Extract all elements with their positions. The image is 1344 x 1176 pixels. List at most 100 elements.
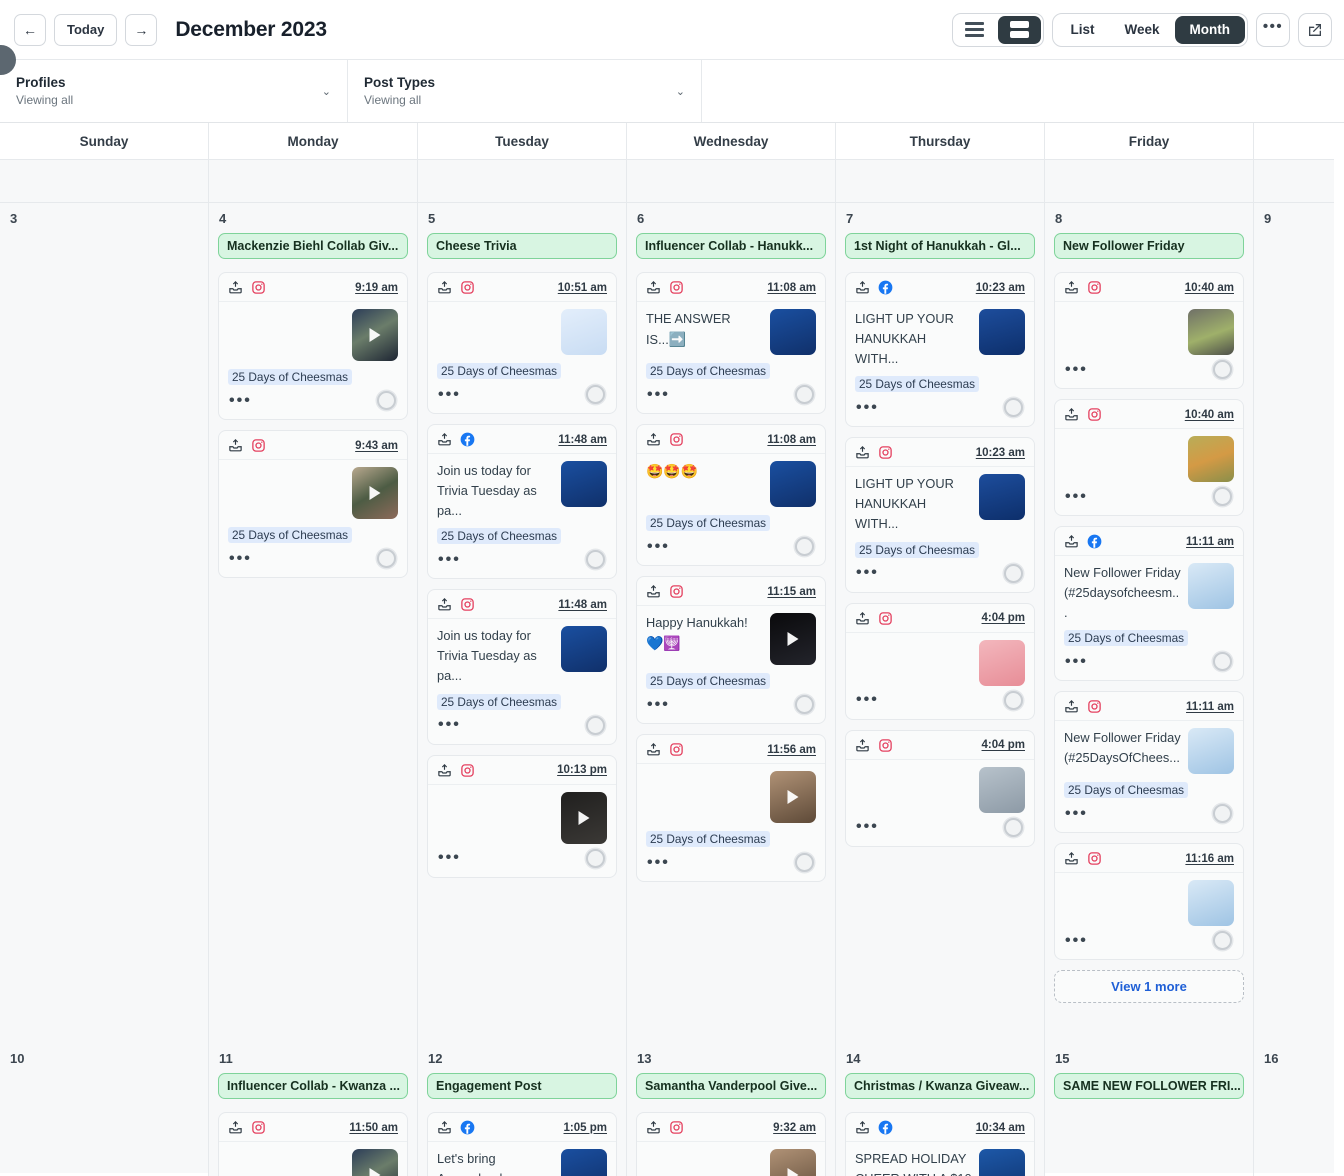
post-time[interactable]: 11:16 am: [1185, 853, 1234, 865]
day-cell-5[interactable]: 5 Cheese Trivia 10:51 am 25 Days of Chees…: [418, 203, 626, 1043]
post-more-icon[interactable]: •••: [438, 551, 461, 567]
post-thumbnail[interactable]: [1188, 563, 1234, 609]
post-thumbnail[interactable]: [979, 1149, 1025, 1176]
post-time[interactable]: 10:23 am: [976, 282, 1025, 294]
post-more-icon[interactable]: •••: [229, 550, 252, 566]
campaign-tag[interactable]: 25 Days of Cheesmas: [646, 363, 771, 379]
post-card[interactable]: 11:48 am Join us today for Trivia Tuesda…: [427, 424, 617, 580]
more-options-button[interactable]: •••: [1256, 12, 1290, 47]
campaign-event-pill[interactable]: New Follower Friday: [1054, 233, 1244, 259]
campaign-tag[interactable]: 25 Days of Cheesmas: [646, 673, 771, 689]
post-more-icon[interactable]: •••: [229, 392, 252, 408]
campaign-tag[interactable]: 25 Days of Cheesmas: [646, 515, 771, 531]
day-cell-15[interactable]: 15 SAME NEW FOLLOWER FRI...: [1045, 1043, 1253, 1173]
post-card[interactable]: 11:11 am New Follower Friday (#25DaysOfC…: [1054, 691, 1244, 834]
post-time[interactable]: 9:43 am: [355, 440, 398, 452]
post-more-icon[interactable]: •••: [856, 565, 879, 581]
post-more-icon[interactable]: •••: [1065, 361, 1088, 377]
post-card[interactable]: 4:04 pm •••: [845, 602, 1035, 720]
card-density-button[interactable]: [998, 15, 1042, 44]
post-thumbnail[interactable]: [979, 474, 1025, 521]
post-card[interactable]: 4:04 pm •••: [845, 729, 1035, 847]
post-more-icon[interactable]: •••: [1065, 488, 1088, 504]
day-cell-11[interactable]: 11 Influencer Collab - Kwanza ... 11:50 a…: [209, 1043, 417, 1176]
post-time[interactable]: 11:50 am: [349, 1122, 398, 1134]
post-thumbnail[interactable]: [352, 1149, 398, 1176]
campaign-event-pill[interactable]: Influencer Collab - Kwanza ...: [218, 1073, 408, 1099]
post-card[interactable]: 11:08 am THE ANSWER IS...➡️ 25 Days of C…: [636, 272, 826, 414]
campaign-event-pill[interactable]: SAME NEW FOLLOWER FRI...: [1054, 1073, 1244, 1099]
post-time[interactable]: 11:08 am: [767, 434, 816, 446]
post-time[interactable]: 4:04 pm: [982, 739, 1025, 751]
compose-button[interactable]: [1298, 12, 1332, 47]
post-card[interactable]: 10:23 am LIGHT UP YOUR HANUKKAH WITH... …: [845, 272, 1035, 428]
post-time[interactable]: 10:23 am: [976, 447, 1025, 459]
campaign-event-pill[interactable]: Cheese Trivia: [427, 233, 617, 259]
post-card[interactable]: 9:43 am 25 Days of Cheesmas •••: [218, 430, 408, 578]
campaign-tag[interactable]: 25 Days of Cheesmas: [1064, 630, 1189, 647]
day-cell-10[interactable]: 10: [0, 1043, 208, 1173]
post-thumbnail[interactable]: [561, 626, 607, 673]
tab-month[interactable]: Month: [1174, 15, 1245, 44]
post-more-icon[interactable]: •••: [856, 819, 879, 835]
view-more-button[interactable]: View 1 more: [1054, 970, 1244, 1004]
post-card[interactable]: 11:08 am 🤩🤩🤩 25 Days of Cheesmas •••: [636, 424, 826, 566]
campaign-tag[interactable]: 25 Days of Cheesmas: [228, 527, 353, 543]
post-time[interactable]: 11:15 am: [767, 586, 816, 598]
next-month-button[interactable]: →: [125, 13, 158, 46]
post-thumbnail[interactable]: [979, 639, 1025, 686]
list-density-button[interactable]: [953, 14, 996, 46]
day-cell-14[interactable]: 14 Christmas / Kwanza Giveaw... 10:34 am …: [836, 1043, 1044, 1176]
campaign-tag[interactable]: 25 Days of Cheesmas: [855, 541, 980, 558]
post-time[interactable]: 4:04 pm: [982, 612, 1025, 624]
day-cell-6[interactable]: 6 Influencer Collab - Hanukk... 11:08 am …: [627, 203, 835, 1043]
campaign-tag[interactable]: 25 Days of Cheesmas: [855, 376, 980, 393]
post-more-icon[interactable]: •••: [438, 717, 461, 733]
post-more-icon[interactable]: •••: [647, 386, 670, 402]
post-card[interactable]: 10:40 am •••: [1054, 399, 1244, 516]
post-thumbnail[interactable]: [770, 613, 816, 665]
post-card[interactable]: 9:19 am 25 Days of Cheesmas •••: [218, 272, 408, 420]
post-thumbnail[interactable]: [770, 771, 816, 823]
post-card[interactable]: 9:32 am •••: [636, 1112, 826, 1176]
post-time[interactable]: 10:13 pm: [557, 764, 607, 776]
post-types-filter[interactable]: Post Types Viewing all ⌄: [348, 60, 702, 122]
campaign-tag[interactable]: 25 Days of Cheesmas: [1064, 782, 1189, 799]
post-time[interactable]: 11:48 am: [558, 599, 607, 611]
post-card[interactable]: 11:11 am New Follower Friday (#25daysofc…: [1054, 526, 1244, 682]
post-more-icon[interactable]: •••: [647, 696, 670, 712]
campaign-tag[interactable]: 25 Days of Cheesmas: [646, 831, 771, 847]
post-time[interactable]: 9:32 am: [773, 1122, 816, 1134]
day-cell-8[interactable]: 8 New Follower Friday 10:40 am ••• 10:40…: [1045, 203, 1253, 1043]
post-thumbnail[interactable]: [1188, 309, 1234, 355]
post-thumbnail[interactable]: [352, 467, 398, 519]
post-thumbnail[interactable]: [770, 461, 816, 507]
post-card[interactable]: 10:13 pm •••: [427, 754, 617, 878]
post-card[interactable]: 11:56 am 25 Days of Cheesmas •••: [636, 734, 826, 882]
post-time[interactable]: 10:51 am: [558, 282, 607, 294]
post-time[interactable]: 11:11 am: [1186, 701, 1234, 713]
post-thumbnail[interactable]: [770, 309, 816, 355]
post-card[interactable]: 10:51 am 25 Days of Cheesmas •••: [427, 272, 617, 414]
post-card[interactable]: 10:23 am LIGHT UP YOUR HANUKKAH WITH... …: [845, 437, 1035, 593]
previous-month-button[interactable]: ←: [14, 13, 46, 46]
post-thumbnail[interactable]: [561, 461, 607, 507]
post-more-icon[interactable]: •••: [647, 854, 670, 870]
post-thumbnail[interactable]: [979, 309, 1025, 355]
post-time[interactable]: 10:40 am: [1185, 409, 1234, 421]
post-thumbnail[interactable]: [979, 766, 1025, 813]
post-card[interactable]: 1:05 pm Let's bring Ammerlander chees...…: [427, 1112, 617, 1176]
tab-list[interactable]: List: [1055, 16, 1109, 44]
day-cell-7[interactable]: 7 1st Night of Hanukkah - Gl... 10:23 am …: [836, 203, 1044, 1043]
post-thumbnail[interactable]: [770, 1149, 816, 1176]
day-cell-3[interactable]: 3: [0, 203, 208, 1043]
campaign-event-pill[interactable]: Christmas / Kwanza Giveaw...: [845, 1073, 1035, 1099]
campaign-event-pill[interactable]: Engagement Post: [427, 1073, 617, 1099]
tab-week[interactable]: Week: [1109, 16, 1174, 44]
post-card[interactable]: 10:34 am SPREAD HOLIDAY CHEER WITH A $10…: [845, 1112, 1035, 1176]
day-cell-16[interactable]: 16: [1254, 1043, 1334, 1173]
post-card[interactable]: 11:48 am Join us today for Trivia Tuesda…: [427, 589, 617, 745]
post-time[interactable]: 1:05 pm: [564, 1122, 607, 1134]
post-time[interactable]: 11:11 am: [1186, 536, 1234, 548]
post-thumbnail[interactable]: [1188, 880, 1234, 927]
